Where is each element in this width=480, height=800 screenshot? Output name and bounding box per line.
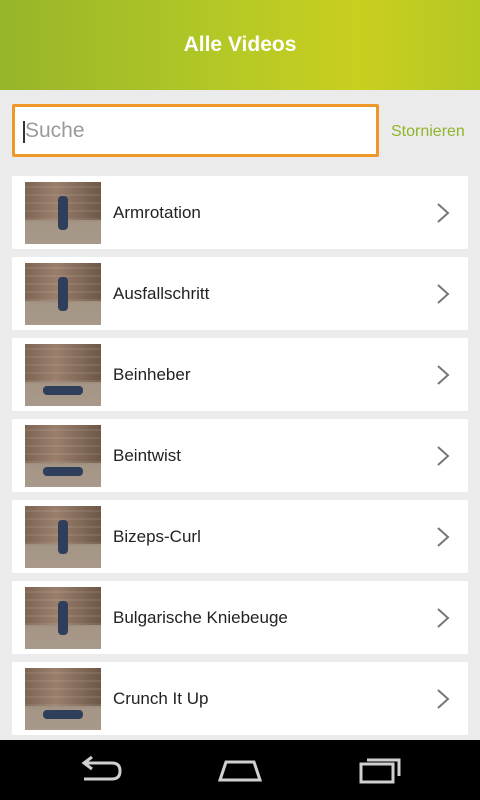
video-thumbnail — [25, 344, 101, 406]
recent-apps-icon[interactable] — [357, 754, 405, 786]
home-icon[interactable] — [216, 754, 264, 786]
list-item[interactable]: Beintwist — [12, 419, 468, 492]
chevron-right-icon — [437, 608, 450, 628]
list-item-label: Crunch It Up — [113, 689, 209, 708]
system-nav-bar — [0, 740, 480, 800]
video-thumbnail — [25, 506, 101, 568]
thumbnail-background — [25, 668, 101, 706]
list-item-label: Armrotation — [113, 203, 201, 222]
page-title: Alle Videos — [183, 33, 297, 56]
thumbnail-background — [25, 344, 101, 382]
search-input[interactable] — [12, 104, 379, 157]
list-item-label: Bizeps-Curl — [113, 527, 201, 546]
exercise-figure — [58, 601, 68, 635]
list-item[interactable]: Ausfallschritt — [12, 257, 468, 330]
chevron-right-icon — [437, 284, 450, 304]
exercise-figure — [58, 520, 68, 554]
list-item-label: Beinheber — [113, 365, 191, 384]
text-cursor — [23, 121, 25, 143]
back-icon[interactable] — [76, 754, 124, 786]
chevron-right-icon — [437, 203, 450, 223]
exercise-figure — [58, 277, 68, 311]
exercise-figure — [43, 467, 83, 476]
app-header: Alle Videos — [0, 0, 480, 90]
exercise-figure — [43, 386, 83, 395]
video-thumbnail — [25, 263, 101, 325]
list-item-label: Bulgarische Kniebeuge — [113, 608, 288, 627]
chevron-right-icon — [437, 446, 450, 466]
video-thumbnail — [25, 668, 101, 730]
exercise-figure — [58, 196, 68, 230]
list-item[interactable]: Armrotation — [12, 176, 468, 249]
video-thumbnail — [25, 587, 101, 649]
cancel-button[interactable]: Stornieren — [391, 123, 465, 141]
search-bar: Stornieren — [0, 90, 480, 170]
chevron-right-icon — [437, 689, 450, 709]
list-item[interactable]: Crunch It Up — [12, 662, 468, 735]
list-item[interactable]: Bizeps-Curl — [12, 500, 468, 573]
list-item-label: Ausfallschritt — [113, 284, 210, 303]
chevron-right-icon — [437, 527, 450, 547]
list-item[interactable]: Bulgarische Kniebeuge — [12, 581, 468, 654]
exercise-figure — [43, 710, 83, 719]
thumbnail-background — [25, 425, 101, 463]
list-item-label: Beintwist — [113, 446, 182, 465]
chevron-right-icon — [437, 365, 450, 385]
video-thumbnail — [25, 425, 101, 487]
video-thumbnail — [25, 182, 101, 244]
video-list: Armrotation Ausfallschritt Beinheber Beintw… — [12, 176, 468, 743]
list-item[interactable]: Beinheber — [12, 338, 468, 411]
